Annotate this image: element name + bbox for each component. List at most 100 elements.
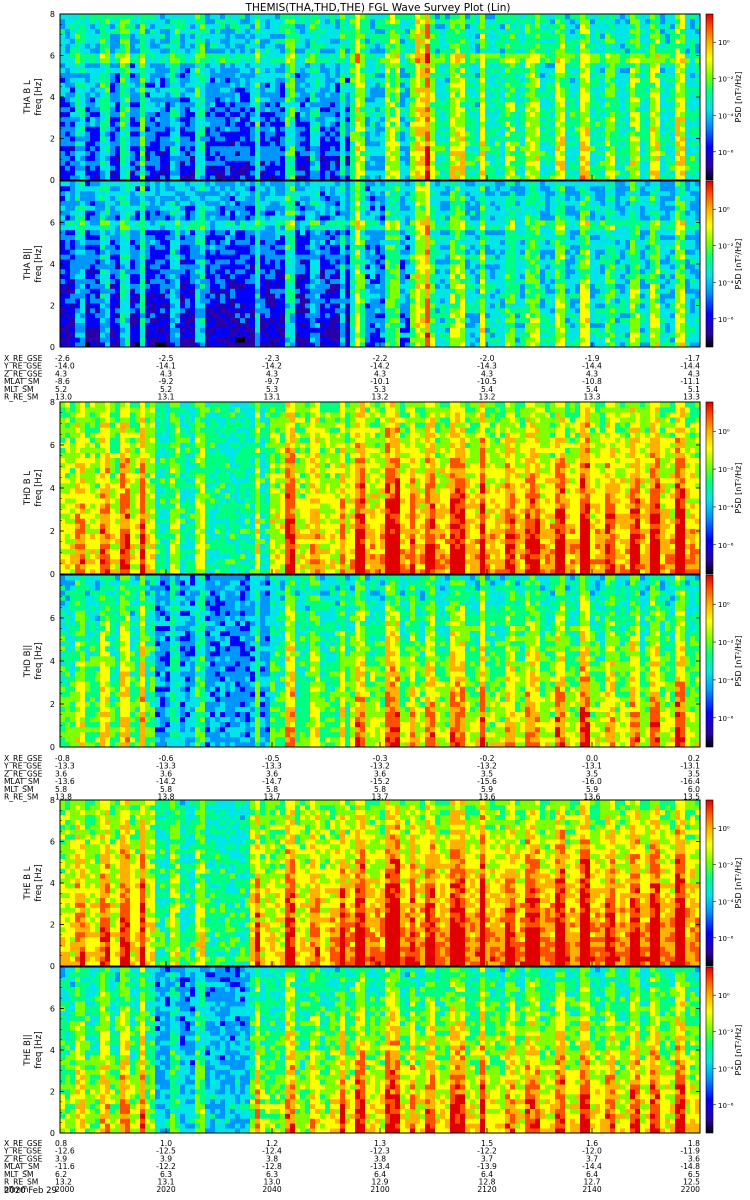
- spectrogram-cell: [500, 77, 505, 82]
- spectrogram-cell: [250, 48, 255, 53]
- spectrogram-cell: [110, 151, 115, 156]
- spectrogram-cell: [540, 131, 545, 136]
- spectrogram-cell: [425, 121, 430, 126]
- spectrogram-cell: [130, 73, 135, 78]
- spectrogram-cell: [105, 210, 110, 215]
- spectrogram-cell: [240, 121, 245, 126]
- spectrogram-cell: [70, 269, 75, 274]
- spectrogram-cell: [520, 68, 525, 73]
- spectrogram-cell: [265, 19, 270, 24]
- spectrogram-cell: [640, 117, 645, 122]
- spectrogram-cell: [70, 181, 75, 186]
- spectrogram-cell: [490, 156, 495, 161]
- spectrogram-cell: [75, 141, 80, 146]
- spectrogram-cell: [415, 170, 420, 175]
- spectrogram-cell: [520, 165, 525, 170]
- spectrogram-cell: [620, 63, 625, 68]
- spectrogram-cell: [165, 151, 170, 156]
- spectrogram-cell: [255, 121, 260, 126]
- spectrogram-cell: [205, 58, 210, 63]
- spectrogram-cell: [75, 29, 80, 34]
- spectrogram-cell: [420, 170, 425, 175]
- spectrogram-cell: [505, 48, 510, 53]
- spectrogram-cell: [130, 230, 135, 235]
- spectrogram-cell: [540, 102, 545, 107]
- spectrogram-cell: [630, 34, 635, 39]
- spectrogram-cell: [585, 38, 590, 43]
- spectrogram-cell: [640, 82, 645, 87]
- spectrogram-cell: [75, 136, 80, 141]
- spectrogram-cell: [390, 58, 395, 63]
- spectrogram-cell: [565, 136, 570, 141]
- spectrogram-cell: [130, 298, 135, 303]
- spectrogram-cell: [650, 58, 655, 63]
- spectrogram-cell: [575, 63, 580, 68]
- spectrogram-cell: [310, 136, 315, 141]
- spectrogram-cell: [115, 181, 120, 186]
- spectrogram-cell: [365, 107, 370, 112]
- spectrogram-cell: [650, 136, 655, 141]
- spectrogram-cell: [100, 225, 105, 230]
- spectrogram-cell: [65, 82, 70, 87]
- spectrogram-cell: [75, 14, 80, 19]
- spectrogram-cell: [310, 82, 315, 87]
- spectrogram-cell: [120, 220, 125, 225]
- spectrogram-cell: [65, 240, 70, 245]
- spectrogram-cell: [495, 117, 500, 122]
- spectrogram-cell: [100, 191, 105, 196]
- spectrogram-cell: [95, 34, 100, 39]
- spectrogram-cell: [275, 68, 280, 73]
- spectrogram-cell: [460, 126, 465, 131]
- spectrogram-cell: [130, 201, 135, 206]
- spectrogram-cell: [265, 77, 270, 82]
- spectrogram-cell: [85, 151, 90, 156]
- spectrogram-cell: [635, 136, 640, 141]
- spectrogram-cell: [105, 156, 110, 161]
- spectrogram-cell: [375, 29, 380, 34]
- spectrogram-cell: [595, 82, 600, 87]
- spectrogram-cell: [130, 293, 135, 298]
- spectrogram-cell: [80, 279, 85, 284]
- spectrogram-cell: [65, 327, 70, 332]
- spectrogram-cell: [65, 215, 70, 220]
- spectrogram-cell: [360, 136, 365, 141]
- spectrogram-cell: [690, 170, 695, 175]
- spectrogram-cell: [420, 141, 425, 146]
- spectrogram-cell: [470, 117, 475, 122]
- spectrogram-cell: [555, 14, 560, 19]
- spectrogram-cell: [185, 43, 190, 48]
- spectrogram-cell: [100, 19, 105, 24]
- spectrogram-cell: [635, 77, 640, 82]
- spectrogram-cell: [465, 87, 470, 92]
- spectrogram-cell: [665, 77, 670, 82]
- spectrogram-cell: [475, 63, 480, 68]
- spectrogram-cell: [85, 82, 90, 87]
- spectrogram-cell: [580, 136, 585, 141]
- spectrogram-cell: [540, 24, 545, 29]
- spectrogram-cell: [125, 323, 130, 328]
- spectrogram-cell: [390, 19, 395, 24]
- spectrogram-cell: [465, 29, 470, 34]
- spectrogram-cell: [125, 156, 130, 161]
- spectrogram-cell: [365, 48, 370, 53]
- spectrogram-cell: [70, 264, 75, 269]
- spectrogram-cell: [110, 205, 115, 210]
- spectrogram-cell: [75, 107, 80, 112]
- spectrogram-cell: [115, 97, 120, 102]
- spectrogram-cell: [420, 165, 425, 170]
- spectrogram-cell: [485, 53, 490, 58]
- spectrogram-cell: [175, 131, 180, 136]
- spectrogram-cell: [660, 14, 665, 19]
- spectrogram-cell: [520, 87, 525, 92]
- spectrogram-cell: [575, 107, 580, 112]
- spectrogram-cell: [135, 196, 140, 201]
- spectrogram-cell: [500, 14, 505, 19]
- spectrogram-cell: [125, 29, 130, 34]
- spectrogram-cell: [145, 97, 150, 102]
- spectrogram-cell: [270, 73, 275, 78]
- spectrogram-cell: [65, 97, 70, 102]
- spectrogram-cell: [510, 63, 515, 68]
- spectrogram-cell: [290, 146, 295, 151]
- spectrogram-cell: [185, 151, 190, 156]
- spectrogram-cell: [325, 77, 330, 82]
